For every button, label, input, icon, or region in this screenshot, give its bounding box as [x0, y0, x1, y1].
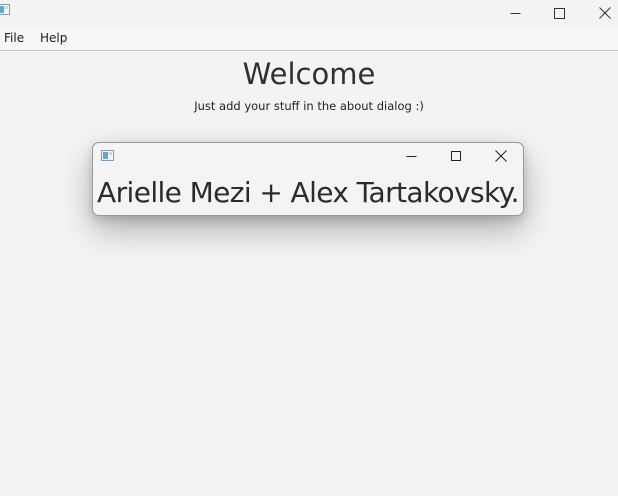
close-button[interactable]	[582, 0, 618, 26]
about-text: Arielle Mezi + Alex Tartakovsky.	[97, 176, 520, 209]
page-title: Welcome	[242, 57, 376, 91]
app-icon	[0, 4, 10, 15]
minimize-icon	[510, 12, 520, 14]
main-window: File Help Welcome Just add your stuff in…	[0, 0, 618, 496]
maximize-icon	[450, 150, 461, 161]
dialog-close-button[interactable]	[479, 143, 523, 169]
dialog-maximize-button[interactable]	[434, 143, 478, 169]
app-icon	[101, 150, 114, 161]
close-icon	[599, 7, 611, 19]
title-bar[interactable]	[0, 0, 618, 26]
menu-help[interactable]: Help	[40, 31, 67, 46]
about-dialog: Arielle Mezi + Alex Tartakovsky.	[92, 142, 524, 216]
menu-bar: File Help	[0, 27, 618, 51]
dialog-minimize-button[interactable]	[389, 143, 433, 169]
page-subtitle: Just add your stuff in the about dialog …	[194, 99, 424, 113]
minimize-button[interactable]	[492, 0, 538, 26]
maximize-button[interactable]	[536, 0, 582, 26]
dialog-title-bar[interactable]	[93, 143, 523, 169]
menu-file[interactable]: File	[4, 31, 24, 46]
maximize-icon	[553, 7, 565, 19]
close-icon	[495, 150, 507, 162]
minimize-icon	[406, 155, 416, 157]
